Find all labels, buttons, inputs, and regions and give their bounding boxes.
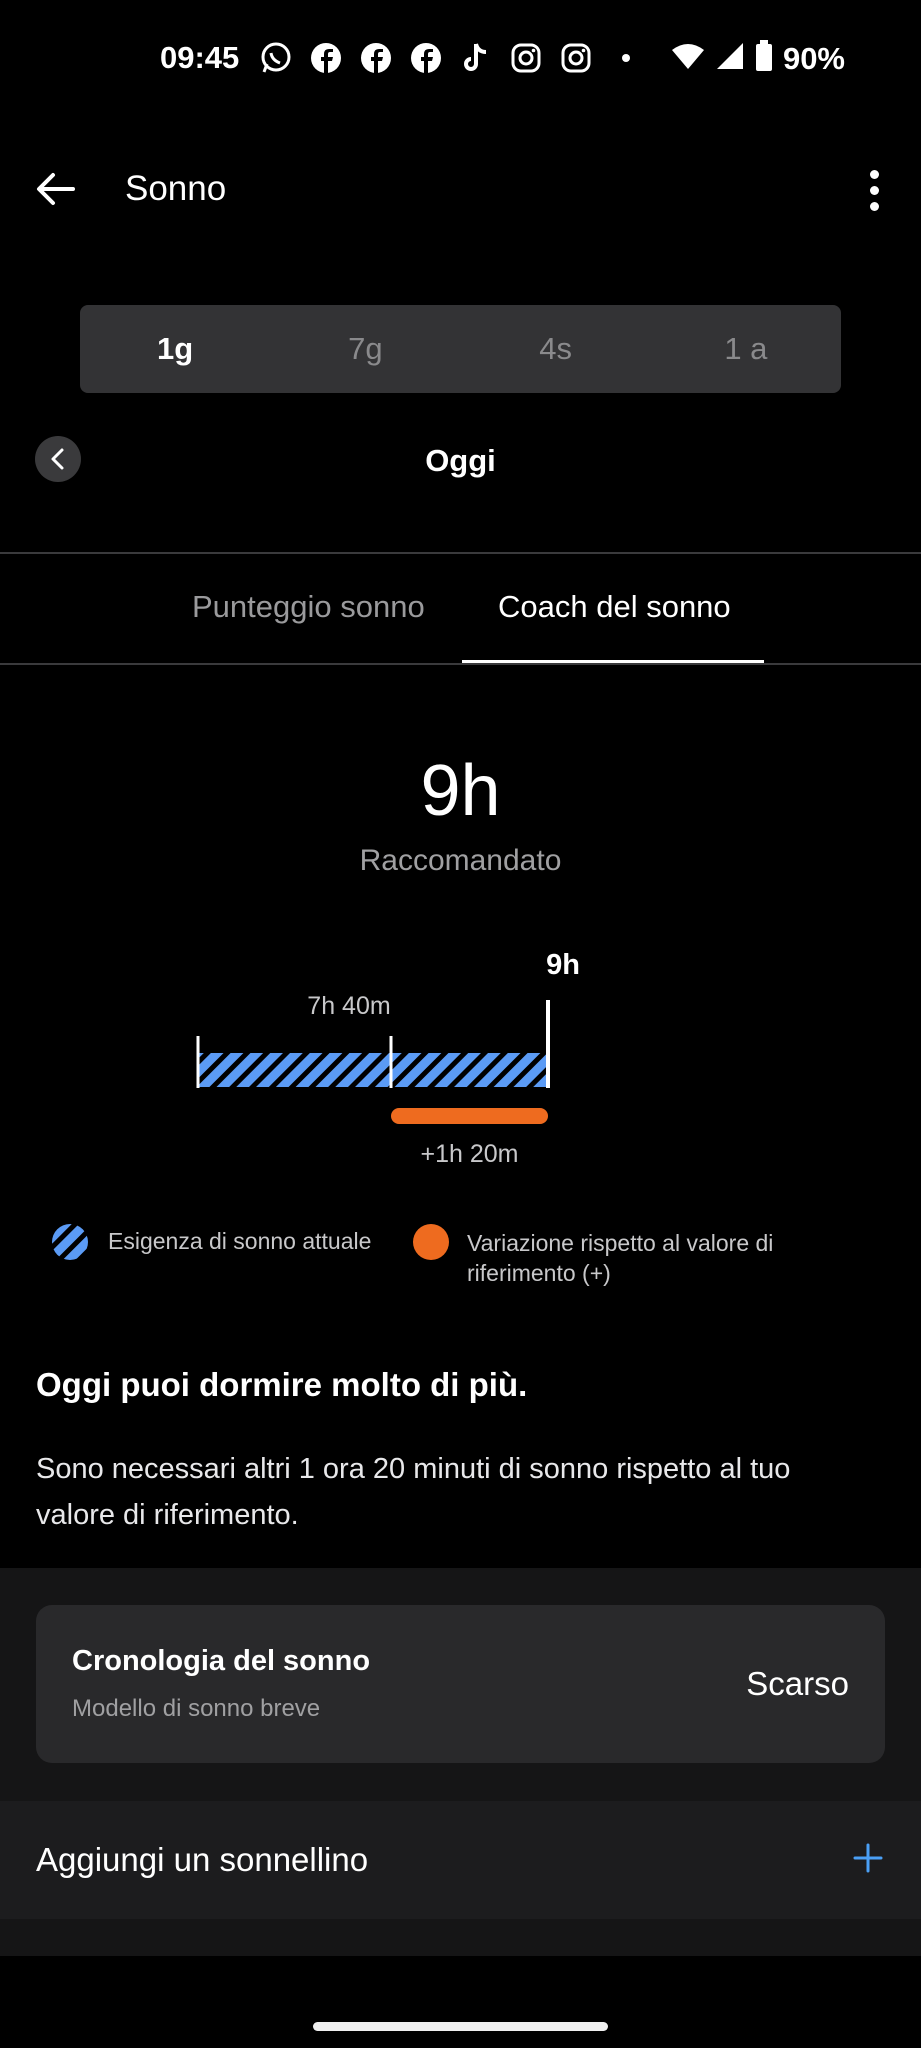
whatsapp-icon <box>258 40 294 76</box>
battery-icon <box>755 40 773 77</box>
facebook-icon <box>358 40 394 76</box>
add-nap-label: Aggiungi un sonnellino <box>36 1841 369 1878</box>
notification-icons <box>258 40 644 76</box>
instagram-icon <box>558 40 594 76</box>
delta-label: +1h 20m <box>421 1140 519 1168</box>
system-indicators: 90% <box>671 40 845 77</box>
period-selector: 1g 7g 4s 1 a <box>80 305 841 393</box>
wifi-icon <box>671 42 705 75</box>
facebook-icon <box>408 40 444 76</box>
recommended-sleep-value: 9h <box>420 751 501 831</box>
add-nap-button[interactable] <box>845 1835 891 1881</box>
advice-headline: Oggi puoi dormire molto di più. <box>36 1366 528 1403</box>
previous-date-button[interactable] <box>35 436 81 482</box>
sleep-need-chart: 9h 7h 40m +1h 20m <box>196 949 580 1168</box>
tab-bar: Punteggio sonno Coach del sonno <box>0 555 921 663</box>
legend-variation: Variazione rispetto al valore di riferim… <box>467 1230 774 1286</box>
sleep-history-card[interactable]: Cronologia del sonno Modello di sonno br… <box>36 1605 885 1763</box>
signal-icon <box>715 41 745 76</box>
card-subtitle: Modello di sonno breve <box>72 1695 321 1722</box>
dot-icon <box>608 40 644 76</box>
instagram-icon <box>508 40 544 76</box>
chart-legend: Esigenza di sonno attuale Variazione ris… <box>52 1222 892 1292</box>
period-option-7g[interactable]: 7g <box>270 305 460 393</box>
back-button[interactable] <box>30 164 80 214</box>
baseline-label: 7h 40m <box>307 992 390 1020</box>
app-bar: Sonno <box>0 150 921 230</box>
date-label: Oggi <box>425 443 496 478</box>
card-title: Cronologia del sonno <box>72 1645 371 1677</box>
advice-body: Sono necessari altri 1 ora 20 minuti di … <box>36 1453 791 1531</box>
tiktok-icon <box>458 40 494 76</box>
orange-dot-legend-icon <box>413 1224 449 1260</box>
status-time: 09:45 <box>160 40 240 75</box>
tab-sleep-coach[interactable]: Coach del sonno <box>498 589 731 625</box>
legend-current-need: Esigenza di sonno attuale <box>108 1228 372 1254</box>
target-label: 9h <box>546 949 580 981</box>
tab-sleep-score[interactable]: Punteggio sonno <box>192 589 425 625</box>
page-title: Sonno <box>125 169 227 208</box>
arrow-left-icon <box>37 173 75 205</box>
hatch-legend-icon <box>52 1224 88 1260</box>
status-bar: 09:45 90% <box>0 0 921 116</box>
chevron-left-icon <box>51 448 64 470</box>
card-value: Scarso <box>746 1665 849 1702</box>
period-option-1a[interactable]: 1 a <box>651 305 841 393</box>
more-vertical-icon <box>869 169 879 179</box>
facebook-icon <box>308 40 344 76</box>
battery-level: 90% <box>782 40 845 76</box>
recommended-caption: Raccomandato <box>359 844 562 877</box>
divider <box>0 663 921 665</box>
divider <box>0 552 921 554</box>
current-need-bar <box>198 1053 548 1087</box>
home-indicator[interactable] <box>313 2022 608 2031</box>
period-option-4s[interactable]: 4s <box>461 305 651 393</box>
add-nap-row[interactable]: Aggiungi un sonnellino <box>0 1801 921 1919</box>
delta-bar <box>391 1108 548 1124</box>
period-option-1g[interactable]: 1g <box>80 305 270 393</box>
more-options-button[interactable] <box>859 162 889 218</box>
plus-icon <box>853 1843 883 1873</box>
